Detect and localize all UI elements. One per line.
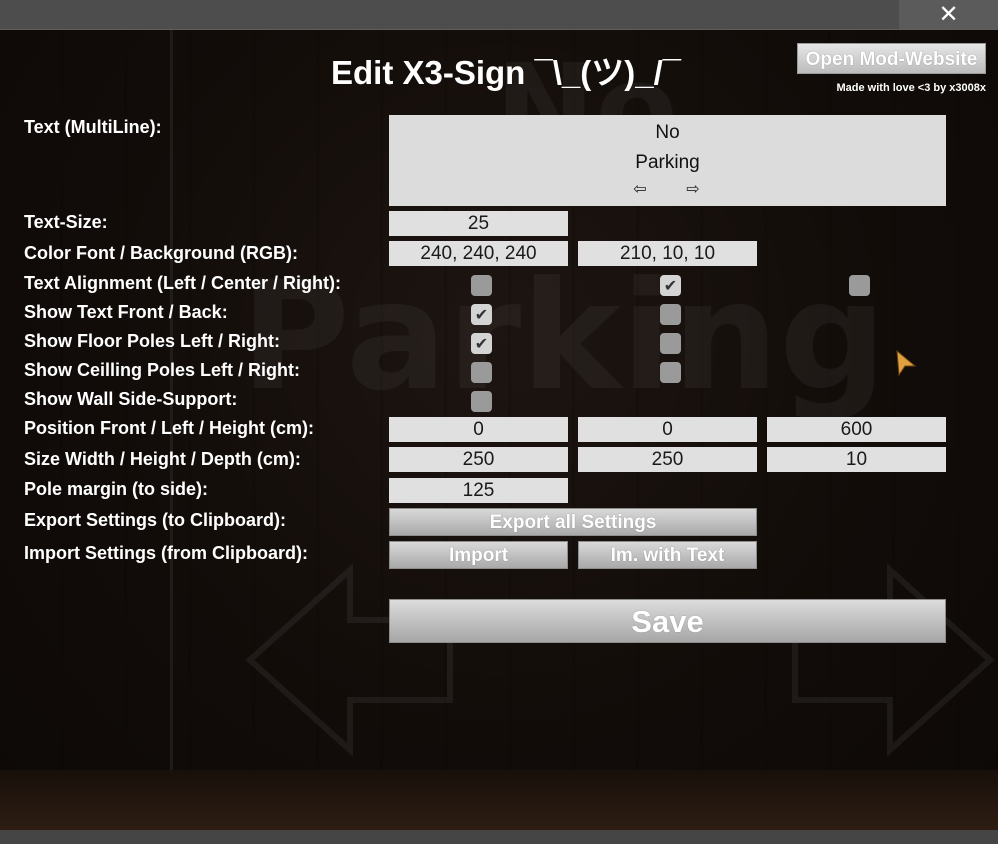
export-all-settings-button[interactable]: Export all Settings <box>389 508 757 536</box>
sign-text-line-2: Parking <box>635 152 700 173</box>
wall-support-label: Show Wall Side-Support: <box>24 389 238 409</box>
size-label: Size Width / Height / Depth (cm): <box>24 449 301 469</box>
arrow-left-icon[interactable]: ⇦ <box>629 181 651 199</box>
sign-text-line-1: No <box>655 122 680 143</box>
floor-pole-left-checkbox[interactable]: ✔ <box>471 333 492 354</box>
arrow-right-icon[interactable]: ⇨ <box>682 181 704 199</box>
window-titlebar: ✕ <box>0 0 998 30</box>
size-width-input[interactable]: 250 <box>389 447 568 472</box>
font-color-input[interactable]: 240, 240, 240 <box>389 241 568 266</box>
ceiling-pole-left-checkbox[interactable] <box>471 362 492 383</box>
show-text-label: Show Text Front / Back: <box>24 302 228 322</box>
check-icon: ✔ <box>474 334 489 353</box>
wall-support-checkbox[interactable] <box>471 391 492 412</box>
ceiling-pole-right-checkbox[interactable] <box>660 362 681 383</box>
align-right-checkbox[interactable] <box>849 275 870 296</box>
open-mod-website-button[interactable]: Open Mod-Website <box>797 43 986 74</box>
show-text-back-checkbox[interactable] <box>660 304 681 325</box>
text-multiline-label: Text (MultiLine): <box>24 117 162 137</box>
text-size-input[interactable]: 25 <box>389 211 568 236</box>
size-height-input[interactable]: 250 <box>578 447 757 472</box>
position-front-input[interactable]: 0 <box>389 417 568 442</box>
show-text-front-checkbox[interactable]: ✔ <box>471 304 492 325</box>
position-height-input[interactable]: 600 <box>767 417 946 442</box>
import-with-text-button[interactable]: Im. with Text <box>578 541 757 569</box>
ceiling-poles-label: Show Ceilling Poles Left / Right: <box>24 360 301 380</box>
align-left-checkbox[interactable] <box>471 275 492 296</box>
close-icon[interactable]: ✕ <box>899 0 998 29</box>
page-title: Edit X3-Sign ¯\_(ツ)_/¯ <box>331 54 681 91</box>
size-depth-input[interactable]: 10 <box>767 447 946 472</box>
save-button[interactable]: Save <box>389 599 946 643</box>
export-settings-label: Export Settings (to Clipboard): <box>24 510 286 530</box>
check-icon: ✔ <box>663 276 678 295</box>
mouse-cursor-icon <box>896 350 917 376</box>
bottom-bar <box>0 830 998 844</box>
made-with-credit: Made with love <3 by x3008x <box>836 82 987 94</box>
floor-pole-right-checkbox[interactable] <box>660 333 681 354</box>
import-settings-label: Import Settings (from Clipboard): <box>24 543 308 563</box>
pole-margin-label: Pole margin (to side): <box>24 479 209 499</box>
pole-margin-input[interactable]: 125 <box>389 478 568 503</box>
floor-poles-label: Show Floor Poles Left / Right: <box>24 331 280 351</box>
position-label: Position Front / Left / Height (cm): <box>24 418 314 438</box>
align-center-checkbox[interactable]: ✔ <box>660 275 681 296</box>
text-alignment-label: Text Alignment (Left / Center / Right): <box>24 273 341 293</box>
background-color-input[interactable]: 210, 10, 10 <box>578 241 757 266</box>
sign-text-input[interactable]: No Parking ⇦ ⇨ <box>389 115 946 206</box>
position-left-input[interactable]: 0 <box>578 417 757 442</box>
check-icon: ✔ <box>474 305 489 324</box>
color-label: Color Font / Background (RGB): <box>24 243 298 263</box>
import-button[interactable]: Import <box>389 541 568 569</box>
text-size-label: Text-Size: <box>24 212 108 232</box>
